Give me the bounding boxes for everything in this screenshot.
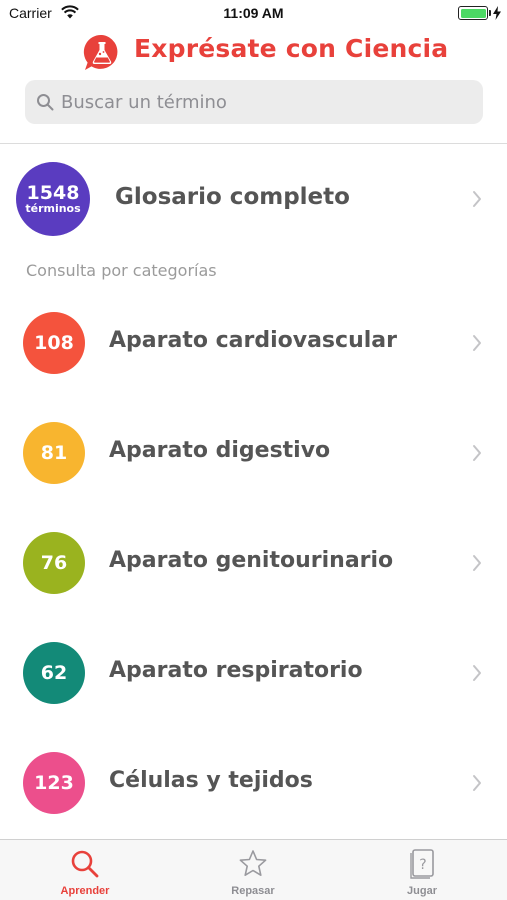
section-heading: Consulta por categorías — [26, 261, 217, 280]
chevron-right-icon — [473, 191, 481, 207]
chevron-right-icon — [473, 555, 481, 571]
chevron-right-icon — [473, 775, 481, 791]
glossary-unit: términos — [25, 202, 81, 215]
category-label: Aparato respiratorio — [109, 658, 363, 683]
category-label: Aparato cardiovascular — [109, 328, 397, 353]
search-bar[interactable] — [25, 80, 483, 124]
chevron-right-icon — [473, 445, 481, 461]
category-row-celulas-tejidos[interactable]: 123 Células y tejidos — [0, 752, 507, 814]
charging-bolt-icon — [493, 6, 501, 20]
status-bar: Carrier 11:09 AM — [0, 0, 507, 28]
category-count-badge: 108 — [23, 312, 85, 374]
category-count-badge: 123 — [23, 752, 85, 814]
search-input[interactable] — [61, 80, 471, 124]
category-label: Aparato digestivo — [109, 438, 331, 463]
question-card-icon: ? — [410, 849, 434, 879]
chevron-right-icon — [473, 335, 481, 351]
clock: 11:09 AM — [223, 5, 284, 21]
glossary-count-badge: 1548 términos — [16, 162, 90, 236]
category-row-digestivo[interactable]: 81 Aparato digestivo — [0, 422, 507, 484]
tab-label: Aprender — [60, 885, 110, 897]
glossary-count: 1548 — [26, 182, 80, 204]
category-count-badge: 62 — [23, 642, 85, 704]
tab-jugar[interactable]: ? Jugar — [362, 840, 482, 900]
category-row-cardiovascular[interactable]: 108 Aparato cardiovascular — [0, 312, 507, 374]
flask-bubble-icon — [83, 34, 118, 70]
app-header: Exprésate con Ciencia — [0, 30, 507, 74]
svg-text:?: ? — [419, 857, 426, 873]
category-label: Aparato genitourinario — [109, 548, 394, 573]
tab-aprender[interactable]: Aprender — [25, 840, 145, 900]
tab-label: Jugar — [407, 885, 437, 897]
battery-tip — [489, 10, 491, 16]
tab-label: Repasar — [231, 885, 275, 897]
star-icon — [239, 850, 267, 876]
tab-repasar[interactable]: Repasar — [193, 840, 313, 900]
chevron-right-icon — [473, 665, 481, 681]
category-label: Células y tejidos — [109, 768, 313, 793]
battery-icon — [458, 6, 488, 20]
app-title: Exprésate con Ciencia — [134, 34, 449, 63]
category-count-badge: 81 — [23, 422, 85, 484]
category-row-respiratorio[interactable]: 62 Aparato respiratorio — [0, 642, 507, 704]
tab-bar: Aprender Repasar ? Jugar — [0, 839, 507, 900]
header-divider — [0, 143, 507, 144]
full-glossary-row[interactable]: 1548 términos Glosario completo — [0, 160, 507, 240]
category-row-genitourinario[interactable]: 76 Aparato genitourinario — [0, 532, 507, 594]
search-icon — [37, 94, 54, 111]
glossary-label: Glosario completo — [115, 184, 350, 210]
search-icon — [71, 850, 99, 878]
category-count-badge: 76 — [23, 532, 85, 594]
